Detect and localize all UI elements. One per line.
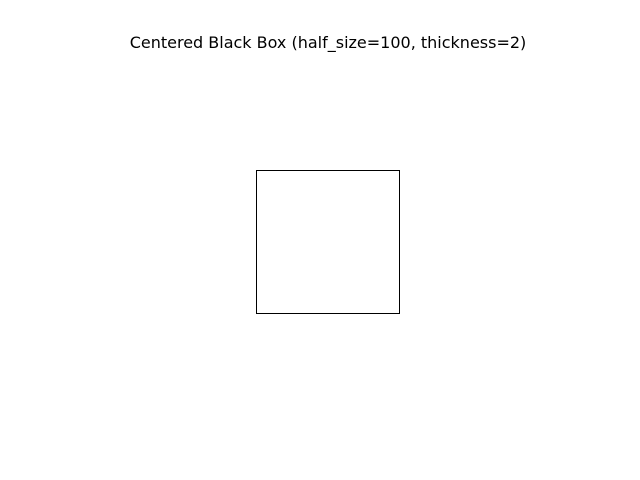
figure-title: Centered Black Box (half_size=100, thick… xyxy=(129,33,527,52)
centered-black-box xyxy=(256,170,400,314)
figure-canvas: Centered Black Box (half_size=100, thick… xyxy=(0,0,640,480)
